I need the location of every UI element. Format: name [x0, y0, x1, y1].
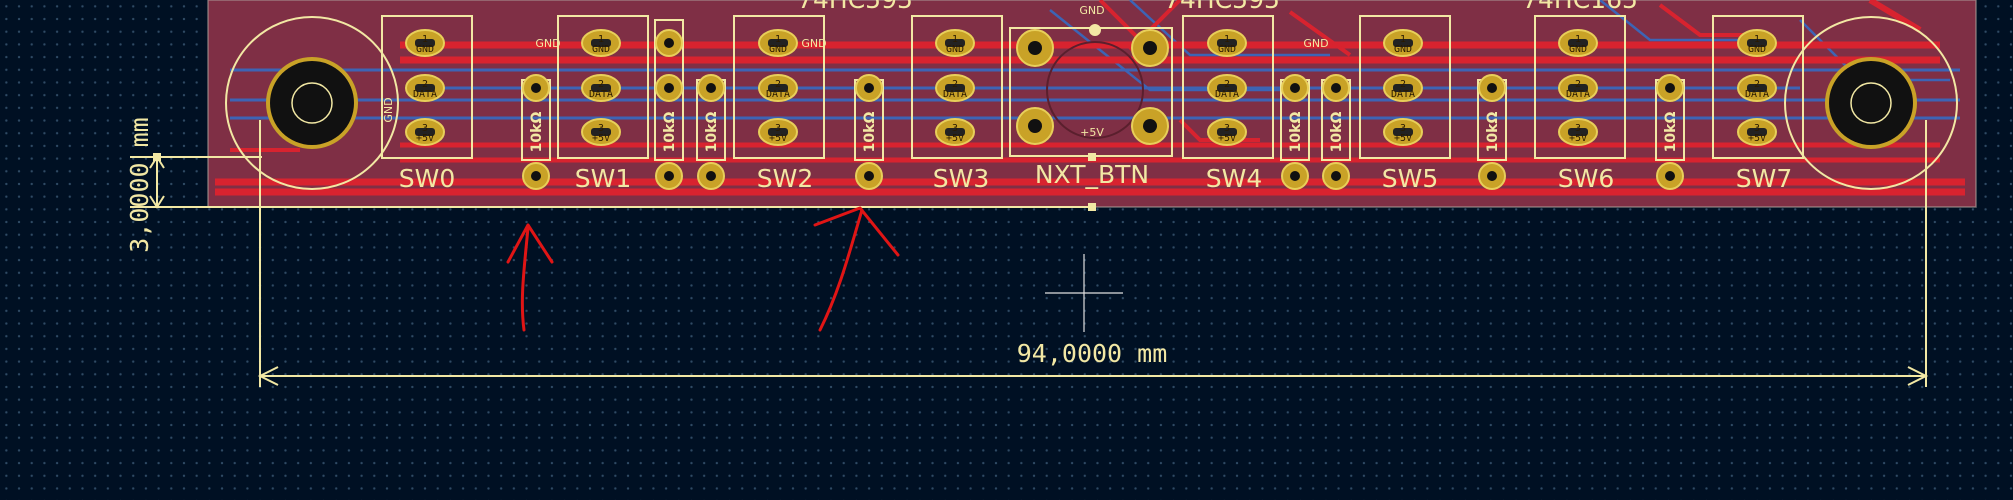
pad-net-label: GND [1394, 44, 1412, 55]
resistor-value: 10kΩ [862, 112, 878, 153]
pad-net-label: DATA [1566, 89, 1590, 100]
pad-net-label: +5V [769, 133, 787, 144]
resistor-value: 10kΩ [1663, 112, 1679, 153]
pad-net-label: DATA [413, 89, 437, 100]
chip-label: 74HC165 [1522, 0, 1638, 14]
pad-net-label: +5V [1218, 133, 1236, 144]
resistor-value: 10kΩ [1329, 112, 1345, 153]
resistor-value: 10kΩ [1485, 112, 1501, 153]
dimension-label: 94,0000 mm [1017, 339, 1168, 368]
chip-label: 74HC595 [1164, 0, 1280, 14]
switch-label: SW6 [1558, 164, 1615, 193]
annotation-arrow [818, 208, 864, 332]
pad-net-label: +5V [946, 133, 964, 144]
net-label-gnd: GND [1303, 37, 1328, 50]
pad-net-label: DATA [1745, 89, 1769, 100]
pad-net-label: DATA [1215, 89, 1239, 100]
switch-label: SW0 [399, 164, 456, 193]
pad-net-label: GND [416, 44, 434, 55]
pad-net-label: DATA [1391, 89, 1415, 100]
cursor-crosshair [1045, 254, 1123, 332]
pad-net-label: DATA [766, 89, 790, 100]
button-label: NXT_BTN [1035, 160, 1149, 189]
resistor-value: 10kΩ [704, 112, 720, 153]
pad-net-label: GND [1748, 44, 1766, 55]
resistor-value: 10kΩ [662, 112, 678, 153]
net-label-gnd: GND [1079, 4, 1104, 17]
resistor-value: 10kΩ [1288, 112, 1304, 153]
switch-label: SW4 [1206, 164, 1263, 193]
switch-label: SW3 [933, 164, 990, 193]
net-label-gnd: GND [535, 37, 560, 50]
switch-label: SW5 [1382, 164, 1439, 193]
pad-net-label: GND [769, 44, 787, 55]
pad-net-label: +5V [592, 133, 610, 144]
switch-label: SW7 [1736, 164, 1793, 193]
chip-label: 74HC595 [797, 0, 913, 14]
switch-label: SW2 [757, 164, 814, 193]
pad-net-label: GND [946, 44, 964, 55]
annotation-arrowhead [506, 223, 554, 264]
pad-net-label: +5V [1748, 133, 1766, 144]
pad-net-label: +5V [1394, 133, 1412, 144]
net-label-gnd: GND [382, 97, 395, 122]
pad-net-label: GND [1569, 44, 1587, 55]
pad-net-label: GND [592, 44, 610, 55]
pad-net-label: DATA [589, 89, 613, 100]
net-label-5v: +5V [1080, 126, 1104, 139]
pad-net-label: GND [1218, 44, 1236, 55]
pad-net-label: +5V [416, 133, 434, 144]
pcb-canvas[interactable]: 1 2 3 GND DATA +5V SW0 1 2 3 GND DATA +5… [0, 0, 2013, 500]
pad-net-label: +5V [1569, 133, 1587, 144]
switch-label: SW1 [575, 164, 632, 193]
resistor-value: 10kΩ [529, 112, 545, 153]
dimension-label: 3,0000 mm [125, 117, 154, 252]
pad-net-label: DATA [943, 89, 967, 100]
annotation-arrow [520, 226, 530, 332]
net-label-gnd: GND [801, 37, 826, 50]
